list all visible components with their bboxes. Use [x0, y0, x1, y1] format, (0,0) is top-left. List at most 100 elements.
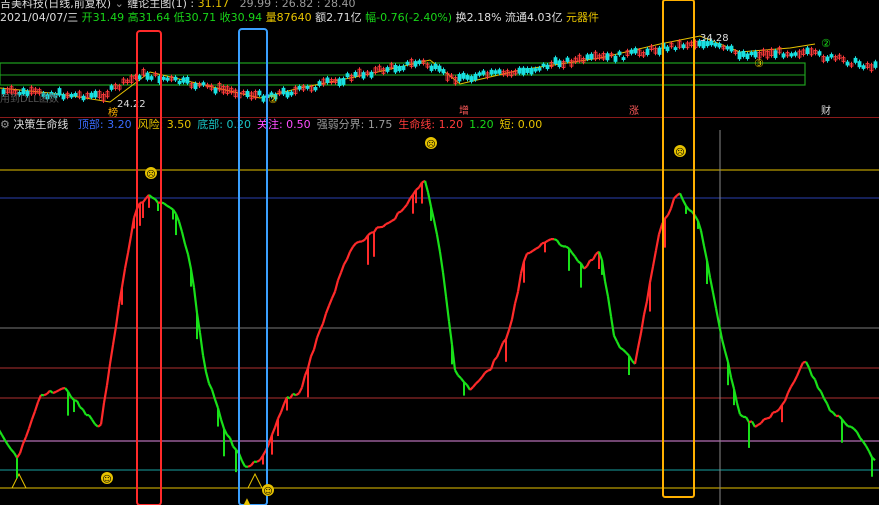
- life-line-segment: [493, 356, 498, 362]
- life-line-segment: [450, 344, 457, 371]
- life-line-segment: [262, 449, 267, 457]
- life-line-segment: [208, 383, 213, 391]
- life-line-segment: [400, 207, 405, 213]
- life-line-segment: [817, 387, 822, 393]
- life-line-segment: [651, 250, 658, 267]
- life-line-segment: [318, 323, 325, 331]
- life-line-segment: [498, 342, 505, 351]
- happy-face-icon: ☺: [101, 472, 113, 485]
- life-line-segment: [603, 280, 610, 297]
- life-line-segment: [312, 337, 319, 350]
- life-line-segment: [352, 242, 357, 248]
- life-line-segment: [394, 212, 399, 220]
- life-line-segment: [108, 344, 115, 365]
- life-line-segment: [94, 423, 99, 428]
- life-line-segment: [754, 424, 759, 428]
- life-line-segment: [447, 321, 454, 345]
- life-line-segment: [343, 258, 348, 265]
- life-line-segment: [432, 219, 439, 235]
- life-line-segment: [633, 347, 640, 365]
- life-line-segment: [46, 389, 51, 395]
- life-line-segment: [306, 355, 313, 369]
- life-line-segment: [622, 348, 627, 354]
- life-line-segment: [717, 323, 724, 340]
- life-line-segment: [123, 252, 130, 269]
- life-line-segment: [88, 414, 93, 421]
- life-line-segment: [16, 452, 21, 459]
- life-line-segment: [388, 219, 393, 224]
- life-line-segment: [696, 220, 703, 231]
- life-line-segment: [82, 408, 87, 416]
- life-line-segment: [27, 419, 34, 429]
- life-line-segment: [192, 287, 199, 314]
- life-line-segment: [606, 296, 613, 317]
- life-line-segment: [510, 303, 517, 320]
- life-line-segment: [688, 208, 693, 213]
- life-line-segment: [300, 375, 307, 388]
- life-line-segment: [763, 417, 768, 421]
- life-line-segment: [166, 204, 171, 209]
- life-line-segment: [49, 389, 54, 394]
- life-line-segment: [102, 385, 109, 404]
- life-line-segment: [735, 402, 742, 415]
- life-line-segment: [163, 202, 168, 207]
- life-line-segment: [484, 369, 489, 374]
- life-line-segment: [270, 427, 277, 436]
- life-line-segment: [702, 245, 709, 261]
- life-line-segment: [382, 223, 387, 228]
- life-line-segment: [58, 387, 63, 392]
- life-line-segment: [441, 272, 448, 297]
- life-line-segment: [120, 268, 127, 288]
- life-line-segment: [91, 418, 96, 425]
- life-line-segment: [336, 272, 343, 281]
- life-line-segment: [529, 249, 534, 254]
- life-line-segment: [642, 300, 649, 316]
- life-line-segment: [361, 238, 366, 243]
- life-line-segment: [766, 416, 771, 420]
- sad-face-icon: ☹: [674, 145, 686, 158]
- life-line-segment: [745, 416, 750, 423]
- life-line-segment: [333, 279, 340, 292]
- life-line-segment: [757, 422, 762, 426]
- life-line-segment: [186, 254, 193, 270]
- life-line-segment: [513, 291, 520, 305]
- life-line-segment: [454, 369, 459, 376]
- indicator-panel[interactable]: ☹ ☹ ☹ ☺ ☺ ▲: [0, 0, 879, 505]
- life-line-segment: [321, 313, 328, 324]
- life-line-segment: [201, 354, 208, 373]
- life-line-segment: [475, 379, 480, 385]
- life-line-segment: [126, 235, 133, 254]
- life-line-segment: [553, 238, 558, 242]
- life-line-segment: [324, 305, 331, 314]
- life-line-segment: [535, 246, 540, 250]
- life-line-segment: [79, 406, 84, 411]
- life-line-segment: [438, 251, 445, 273]
- life-line-segment: [256, 459, 261, 463]
- svg-text:☺: ☺: [263, 486, 272, 497]
- life-line-segment: [183, 243, 190, 255]
- life-line-segment: [850, 425, 855, 430]
- life-line-segment: [516, 273, 523, 292]
- life-line-segment: [639, 314, 646, 334]
- life-line-segment: [55, 389, 60, 393]
- life-line-segment: [469, 386, 474, 391]
- life-line-segment: [532, 247, 537, 252]
- sad-face-icon: ☹: [145, 167, 157, 180]
- life-line-segment: [52, 390, 57, 395]
- life-line-segment: [574, 256, 579, 262]
- sad-face-icon: ☹: [425, 137, 437, 150]
- life-line-segment: [790, 381, 795, 388]
- life-line-segment: [481, 372, 486, 378]
- life-line-segment: [219, 418, 226, 430]
- life-line-segment: [21, 436, 28, 445]
- highlight-box-blue: [238, 28, 268, 505]
- life-line-segment: [538, 242, 543, 248]
- life-line-segment: [856, 431, 861, 439]
- life-line-segment: [807, 367, 814, 377]
- life-line-segment: [151, 196, 156, 200]
- life-line-segment: [714, 307, 721, 325]
- life-line-segment: [315, 329, 322, 339]
- life-line-segment: [571, 252, 576, 258]
- svg-text:☺: ☺: [102, 474, 111, 485]
- highlight-box-red: [136, 30, 162, 505]
